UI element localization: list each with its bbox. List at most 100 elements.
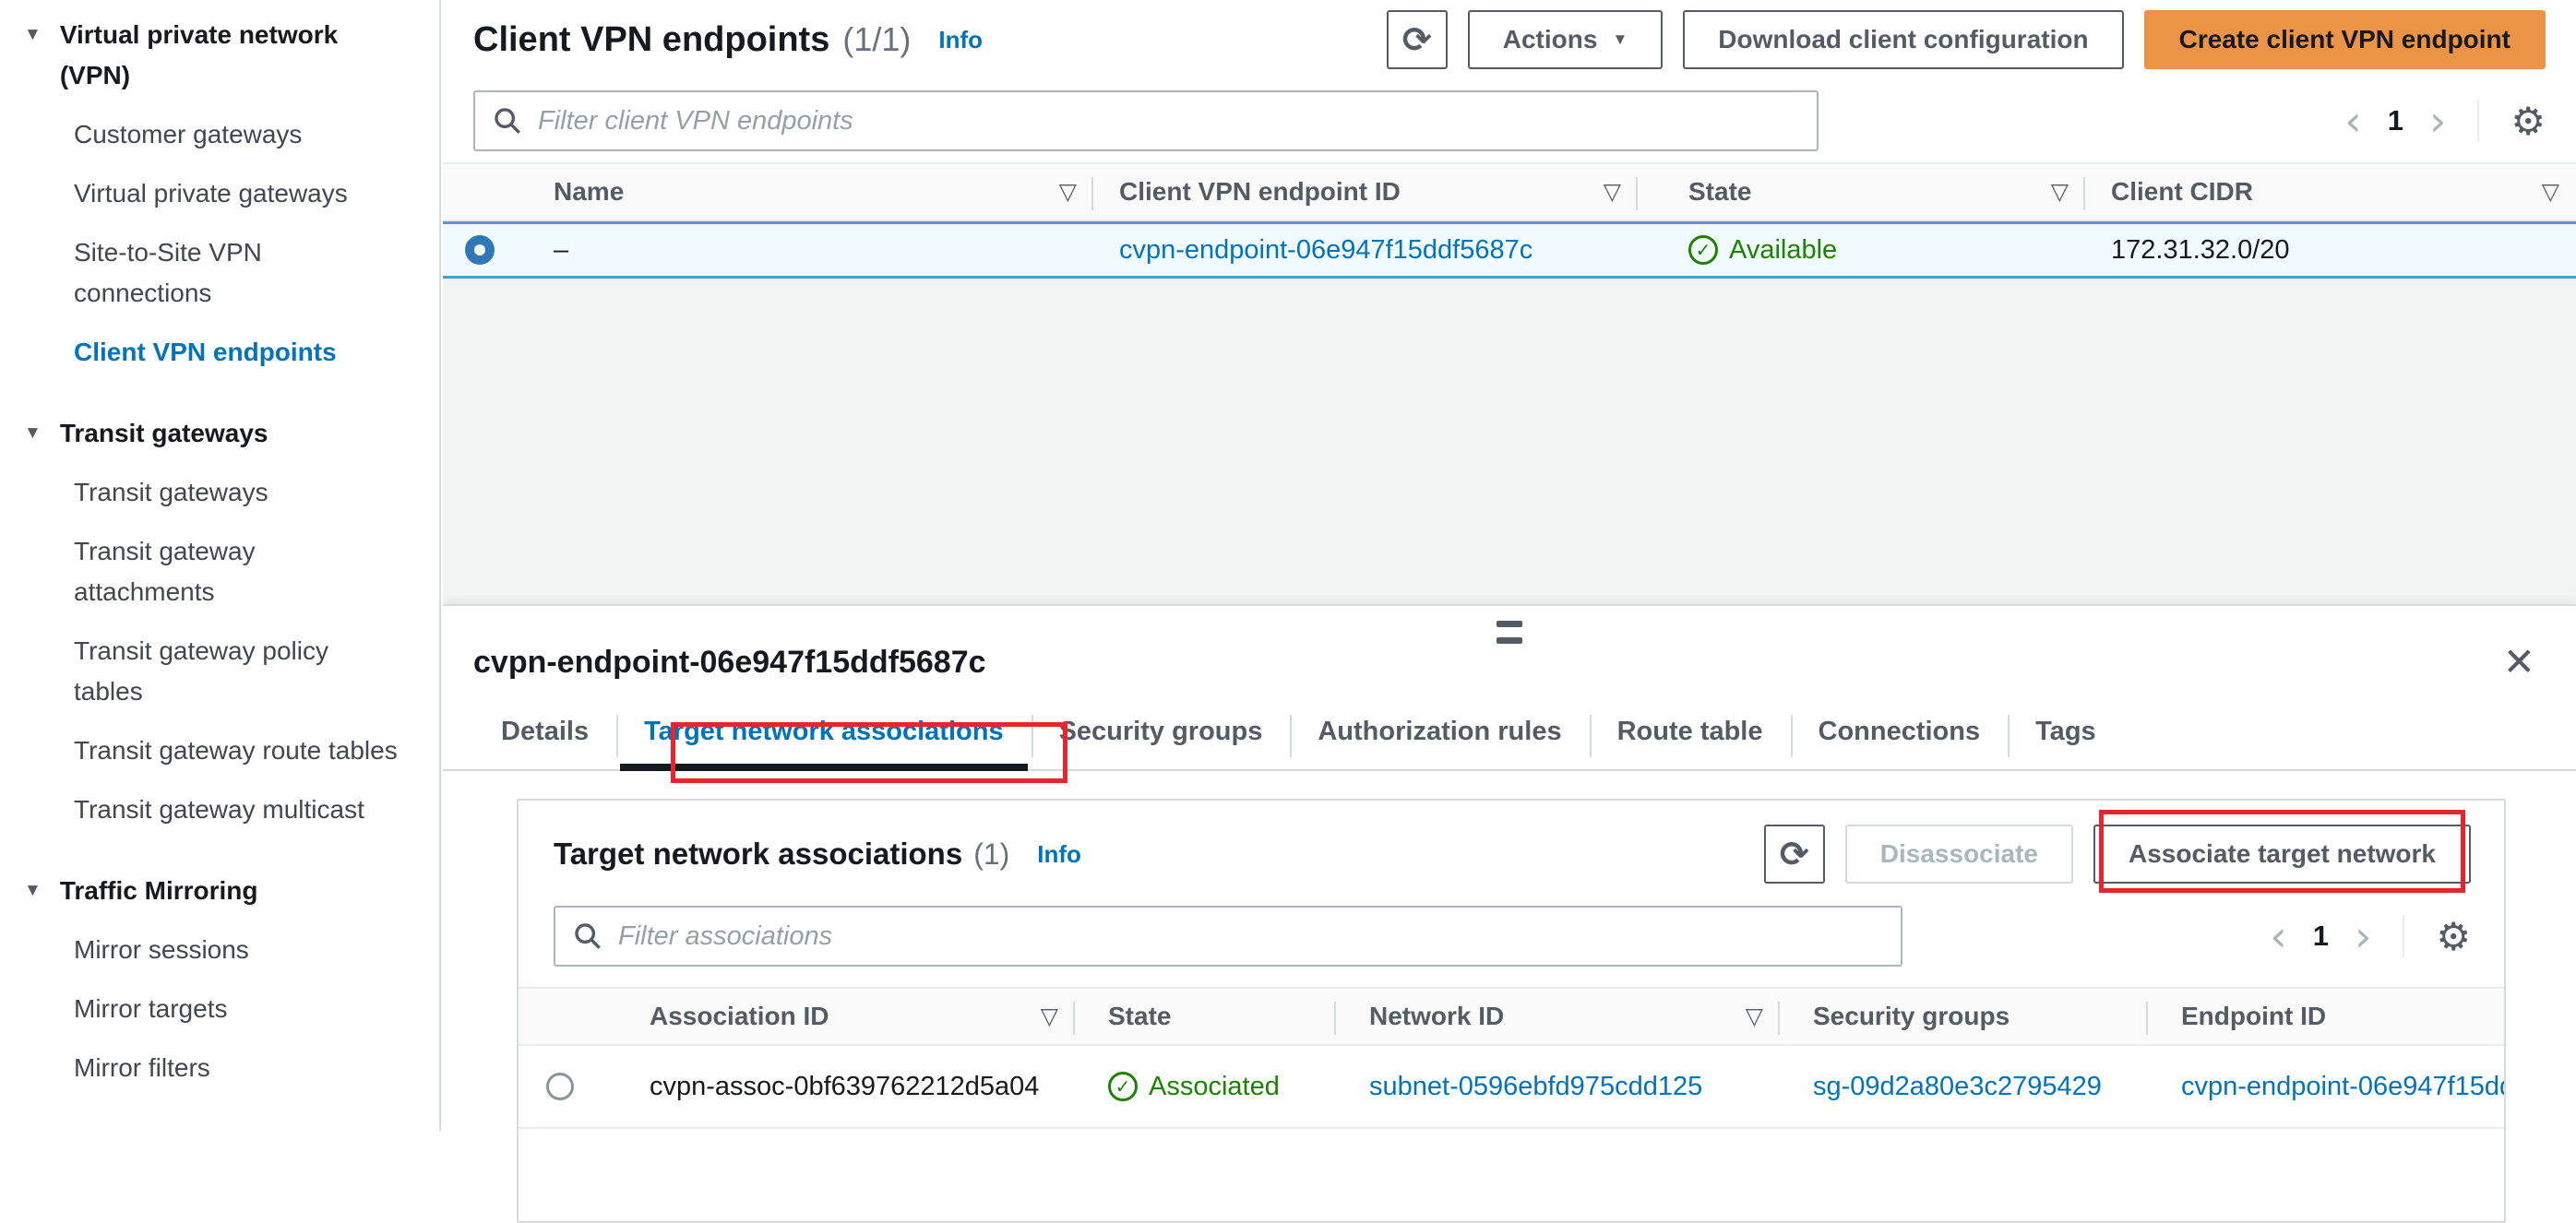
sort-icon[interactable]: ▽ (2051, 178, 2085, 206)
disassociate-button-label: Disassociate (1879, 839, 2038, 868)
actions-button[interactable]: Actions ▼ (1467, 10, 1664, 69)
state-label: Associated (1149, 1071, 1280, 1101)
select-all-column (443, 164, 517, 220)
tab-details[interactable]: Details (473, 707, 616, 769)
sidebar-item-transit-gateway-policy-tables[interactable]: Transit gateway policy tables (74, 631, 402, 712)
column-association-id-label: Association ID (650, 1002, 829, 1030)
tab-connections[interactable]: Connections (1790, 707, 2009, 769)
sidebar-section-vpn-header[interactable]: ▼ Virtual private network (VPN) (24, 15, 402, 96)
download-client-configuration-button[interactable]: Download client configuration (1683, 10, 2124, 69)
endpoints-filter-input[interactable] (538, 105, 1800, 137)
info-link[interactable]: Info (1037, 840, 1081, 869)
target-network-associations-card: Target network associations (1) Info ⟳ D… (517, 799, 2506, 1223)
associate-target-network-button[interactable]: Associate target network (2093, 825, 2471, 884)
network-id-cell: subnet-0596ebfd975cdd125 (1336, 1046, 1780, 1127)
endpoint-id-link[interactable]: cvpn-endpoint-06e947f15dd (2181, 1072, 2504, 1102)
associate-button-label: Associate target network (2129, 839, 2436, 868)
tab-tags[interactable]: Tags (2008, 707, 2124, 769)
client-vpn-endpoints-list: Client VPN endpoints (1/1) Info ⟳ Action… (443, 0, 2576, 604)
page-number[interactable]: 1 (2313, 920, 2329, 953)
column-state-label: State (1688, 177, 1752, 206)
page-header: Client VPN endpoints (1/1) Info ⟳ Action… (443, 0, 2576, 79)
associations-buttons: ⟳ Disassociate Associate target network (1763, 810, 2471, 893)
chevron-left-icon[interactable]: ‹ (2344, 100, 2361, 142)
radio-unselected[interactable] (546, 1073, 574, 1100)
disassociate-button[interactable]: Disassociate (1844, 825, 2073, 884)
column-name: Name ▽ (517, 164, 1093, 220)
sidebar-item-site-to-site-vpn[interactable]: Site-to-Site VPN connections (74, 232, 402, 314)
detail-tabs: Details Target network associations Secu… (443, 707, 2576, 771)
pagination-divider (2477, 100, 2480, 142)
sidebar-item-mirror-targets[interactable]: Mirror targets (74, 989, 402, 1029)
refresh-button[interactable]: ⟳ (1763, 825, 1825, 884)
sidebar-item-client-vpn-endpoints[interactable]: Client VPN endpoints (74, 332, 402, 373)
tab-security-groups[interactable]: Security groups (1031, 707, 1291, 769)
associations-card-header: Target network associations (1) Info ⟳ D… (519, 801, 2504, 893)
sort-icon[interactable]: ▽ (2542, 178, 2576, 206)
sidebar-item-customer-gateways[interactable]: Customer gateways (74, 114, 402, 155)
filter-row: ‹ 1 › ⚙ (443, 79, 2576, 162)
download-button-label: Download client configuration (1718, 25, 2089, 53)
page-count: (1/1) (842, 20, 912, 58)
header-buttons: ⟳ Actions ▼ Download client configuratio… (1386, 10, 2546, 69)
endpoint-table-row[interactable]: – cvpn-endpoint-06e947f15ddf5687c ✓ Avai… (443, 221, 2576, 279)
sidebar-item-mirror-filters[interactable]: Mirror filters (74, 1048, 402, 1088)
column-endpoint-id: Endpoint ID (2148, 989, 2504, 1044)
sidebar-section-transit-header[interactable]: ▼ Transit gateways (24, 413, 402, 454)
detail-panel-title: cvpn-endpoint-06e947f15ddf5687c (473, 644, 986, 680)
check-circle-icon: ✓ (1108, 1072, 1138, 1101)
sidebar-section-title: Traffic Mirroring (59, 876, 258, 905)
associations-filter-input[interactable] (618, 920, 1884, 952)
client-cidr-cell: 172.31.32.0/20 (2111, 234, 2290, 265)
column-state-label: State (1108, 1002, 1172, 1030)
endpoints-pagination: ‹ 1 › ⚙ (2344, 99, 2546, 144)
sidebar-item-transit-gateway-attachments[interactable]: Transit gateway attachments (74, 531, 402, 612)
tab-authorization-rules[interactable]: Authorization rules (1290, 707, 1589, 769)
triangle-down-icon: ▼ (24, 881, 42, 900)
page-number[interactable]: 1 (2388, 104, 2403, 137)
sort-icon[interactable]: ▽ (1746, 1003, 1780, 1030)
gear-icon[interactable]: ⚙ (2436, 914, 2471, 959)
chevron-right-icon[interactable]: › (2429, 100, 2446, 142)
column-endpoint-id-label: Endpoint ID (2181, 1002, 2327, 1030)
tab-route-table[interactable]: Route table (1589, 707, 1791, 769)
radio-selected[interactable] (465, 235, 495, 265)
column-endpoint-id-label: Client VPN endpoint ID (1119, 177, 1401, 206)
row-select-cell (519, 1046, 602, 1127)
state-label: Available (1729, 234, 1838, 265)
triangle-down-icon: ▼ (24, 423, 42, 443)
column-network-id: Network ID ▽ (1336, 989, 1780, 1044)
chevron-right-icon[interactable]: › (2355, 915, 2371, 957)
sort-icon[interactable]: ▽ (1604, 178, 1638, 206)
security-group-link[interactable]: sg-09d2a80e3c2795429 (1813, 1072, 2102, 1102)
sidebar-item-mirror-sessions[interactable]: Mirror sessions (74, 930, 402, 970)
endpoint-id-link[interactable]: cvpn-endpoint-06e947f15ddf5687c (1119, 235, 1532, 266)
sort-icon[interactable]: ▽ (1041, 1003, 1075, 1030)
associations-pagination: ‹ 1 › ⚙ (2270, 914, 2471, 959)
tab-target-network-associations[interactable]: Target network associations (616, 707, 1031, 771)
pagination-divider (2403, 915, 2405, 957)
association-table-row[interactable]: cvpn-assoc-0bf639762212d5a04 ✓ Associate… (519, 1046, 2504, 1129)
sidebar-item-transit-gateway-route-tables[interactable]: Transit gateway route tables (74, 730, 402, 771)
sort-icon[interactable]: ▽ (1059, 178, 1093, 206)
triangle-down-icon: ▼ (24, 25, 42, 44)
check-circle-icon: ✓ (1688, 235, 1718, 265)
column-network-id-label: Network ID (1369, 1002, 1505, 1030)
split-panel-drag-handle-icon[interactable] (1497, 621, 1522, 644)
gear-icon[interactable]: ⚙ (2510, 99, 2546, 144)
create-client-vpn-endpoint-button[interactable]: Create client VPN endpoint (2143, 10, 2546, 69)
info-link[interactable]: Info (938, 26, 983, 54)
associations-filter-row: ‹ 1 › ⚙ (519, 893, 2504, 987)
sidebar-item-transit-gateways[interactable]: Transit gateways (74, 472, 402, 513)
empty-scroll-area (443, 279, 2576, 604)
network-id-link[interactable]: subnet-0596ebfd975cdd125 (1369, 1072, 1702, 1102)
chevron-left-icon[interactable]: ‹ (2270, 915, 2286, 957)
sidebar-item-transit-gateway-multicast[interactable]: Transit gateway multicast (74, 790, 402, 830)
sidebar-section-traffic-header[interactable]: ▼ Traffic Mirroring (24, 871, 402, 911)
detail-panel-header: cvpn-endpoint-06e947f15ddf5687c ✕ (443, 606, 2576, 682)
refresh-button[interactable]: ⟳ (1386, 10, 1448, 69)
column-endpoint-id: Client VPN endpoint ID ▽ (1093, 164, 1638, 220)
association-id-cell: cvpn-assoc-0bf639762212d5a04 (650, 1071, 1040, 1101)
close-icon[interactable]: ✕ (2503, 643, 2535, 682)
sidebar-item-virtual-private-gateways[interactable]: Virtual private gateways (74, 173, 402, 214)
